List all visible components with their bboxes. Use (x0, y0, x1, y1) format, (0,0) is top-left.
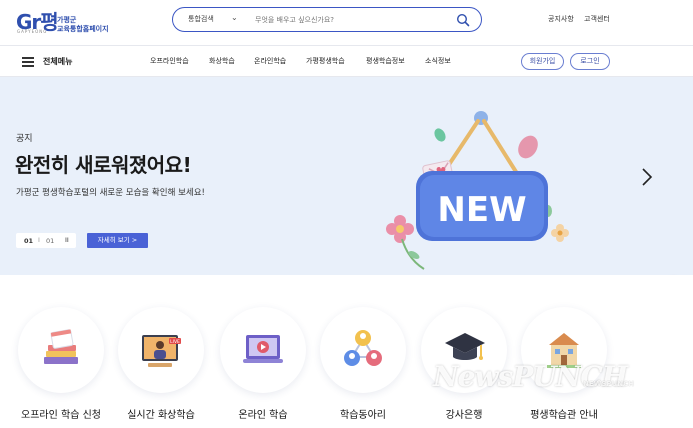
quick-item-live-video[interactable]: LIVE 실시간 화상학습 (115, 307, 207, 421)
logo-text-line2: 교육통합홈페이지 (57, 25, 109, 33)
search-input[interactable] (255, 12, 445, 27)
chevron-down-icon[interactable]: ⌄ (231, 13, 238, 22)
quick-item-label: 강사은행 (445, 410, 483, 421)
hero-banner: 공지 완전히 새로워졌어요! 가평군 평생학습포털의 새로운 모습을 확인해 보… (0, 77, 693, 275)
quick-item-circle (220, 307, 306, 393)
live-video-icon: LIVE (142, 335, 181, 367)
quick-item-label: 학습동아리 (340, 410, 386, 421)
logo-subtitle: GAPYEONG (17, 29, 48, 34)
hero-description: 가평군 평생학습포털의 새로운 모습을 확인해 보세요! (16, 188, 205, 198)
all-menu-label: 전체메뉴 (43, 57, 73, 66)
quick-item-circle: LIVE (118, 307, 204, 393)
signup-button[interactable]: 회원가입 (521, 53, 564, 70)
nav-item-video[interactable]: 화상학습 (209, 56, 235, 66)
books-calendar-icon (44, 329, 78, 364)
header: Gr평 GAPYEONG 가평군 교육통합홈페이지 통합검색 ⌄ 공지사항 고객… (0, 0, 693, 46)
site-logo[interactable]: Gr평 GAPYEONG 가평군 교육통합홈페이지 (16, 6, 126, 38)
slide-pager: 01 I 01 II (16, 233, 76, 248)
nav-item-news[interactable]: 소식정보 (425, 56, 451, 66)
next-slide-arrow-icon[interactable] (640, 167, 654, 187)
hero-kicker: 공지 (16, 134, 33, 144)
quick-item-circle (18, 307, 104, 393)
nav-item-offline[interactable]: 오프라인학습 (150, 56, 189, 66)
quick-item-club[interactable]: 학습동아리 (317, 307, 409, 421)
nav-item-gapyeong[interactable]: 가평평생학습 (306, 56, 345, 66)
new-sign-text: NEW (437, 190, 526, 230)
quick-item-offline-apply[interactable]: 오프라인 학습 신청 (15, 307, 107, 421)
quick-item-label: 평생학습관 안내 (530, 410, 598, 421)
quick-item-label: 실시간 화상학습 (127, 410, 195, 421)
hamburger-icon (22, 57, 34, 67)
quick-item-online[interactable]: 온라인 학습 (217, 307, 309, 421)
search-bar: 통합검색 ⌄ (172, 7, 482, 32)
notice-link[interactable]: 공지사항 (548, 14, 574, 24)
quick-menu: 오프라인 학습 신청 LIVE 실시간 화상학습 온라인 학습 학습동아리 강사… (0, 275, 693, 428)
pager-separator: I (38, 236, 40, 244)
new-sign-illustration: NEW (386, 111, 569, 270)
hero-title: 완전히 새로워졌어요! (15, 153, 192, 177)
search-icon[interactable] (456, 13, 470, 27)
quick-item-label: 온라인 학습 (238, 410, 288, 421)
newspunch-watermark-small: NEWSPUNCH (583, 380, 635, 388)
pager-current: 01 (24, 237, 34, 245)
newspunch-watermark: NewsPUNCH (433, 360, 628, 393)
laptop-play-icon (243, 335, 283, 363)
customer-center-link[interactable]: 고객센터 (584, 14, 610, 24)
main-nav: 전체메뉴 오프라인학습 화상학습 온라인학습 가평평생학습 평생학습정보 소식정… (0, 46, 693, 77)
pause-icon[interactable]: II (65, 236, 69, 244)
svg-text:LIVE: LIVE (170, 339, 180, 345)
people-group-icon (344, 330, 382, 366)
pager-total: 01 (46, 237, 55, 245)
search-category-select[interactable]: 통합검색 (188, 14, 214, 24)
login-button[interactable]: 로그인 (570, 53, 610, 70)
nav-item-online[interactable]: 온라인학습 (254, 56, 286, 66)
quick-item-label: 오프라인 학습 신청 (21, 410, 101, 421)
detail-button[interactable]: 자세히 보기 > (87, 233, 148, 248)
nav-item-info[interactable]: 평생학습정보 (366, 56, 405, 66)
quick-item-circle (320, 307, 406, 393)
